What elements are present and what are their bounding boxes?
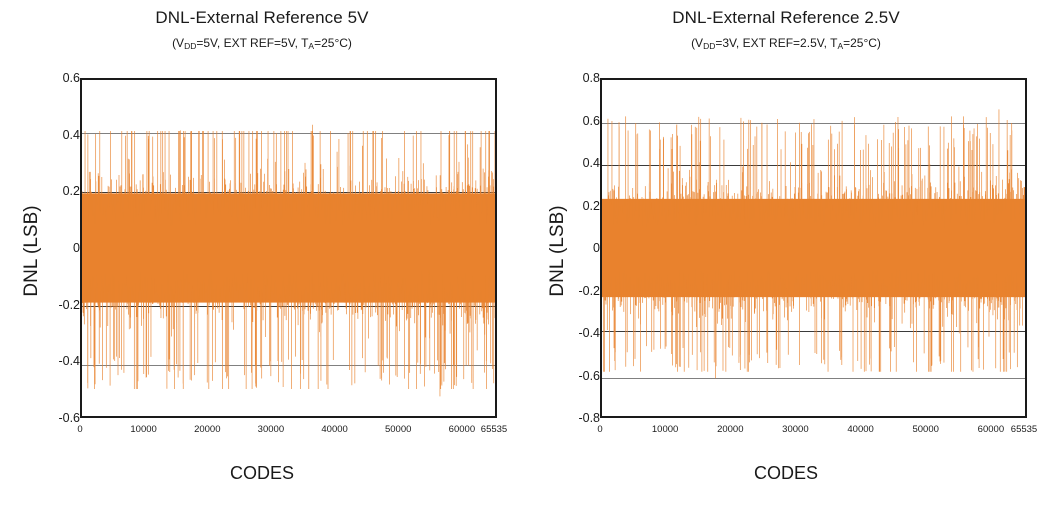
subtitle-sub-dd: DD <box>184 41 197 51</box>
x-tick-label: 0 <box>597 424 603 435</box>
y-tick-label: -0.8 <box>578 411 600 425</box>
subtitle-close: =25°C) <box>314 36 352 50</box>
x-tick-label: 30000 <box>257 424 285 435</box>
x-axis-label: CODES <box>229 463 294 483</box>
x-tick-label: 60000 <box>977 424 1005 435</box>
x-tick-label: 10000 <box>130 424 157 435</box>
y-tick-label: -0.4 <box>58 354 80 369</box>
x-tick-label: 60000 <box>448 424 476 435</box>
subtitle-close: =25°C) <box>843 36 881 50</box>
page-title: DNL-External Reference 2.5V <box>672 8 900 27</box>
y-tick-label: 0.2 <box>582 198 600 213</box>
x-tick-label: 65535 <box>1010 424 1038 435</box>
x-tick-label: 30000 <box>782 424 809 435</box>
dnl-series-plot <box>82 124 495 397</box>
subtitle-open: (V <box>691 36 704 50</box>
y-tick-label: 0.6 <box>62 71 80 85</box>
subtitle-sub-dd: DD <box>703 41 716 51</box>
y-tick-label: -0.6 <box>58 411 80 425</box>
x-tick-label: 50000 <box>912 424 939 435</box>
subtitle-mid: =5V, EXT REF=5V, T <box>196 36 309 50</box>
x-axis-label: CODES <box>753 463 818 483</box>
y-tick-label: 0.8 <box>582 71 600 85</box>
subtitle-open: (V <box>172 36 185 50</box>
y-tick-label: 0.4 <box>62 127 80 142</box>
x-tick-label: 20000 <box>194 424 221 435</box>
y-tick-label: 0.6 <box>582 113 600 128</box>
chart-panel-dnl-2p5v: DNL-External Reference 2.5V (VDD=3V, EXT… <box>524 0 1048 524</box>
y-tick-label: -0.2 <box>58 297 80 312</box>
y-tick-label: -0.6 <box>578 368 600 383</box>
dnl-figure: DNL-External Reference 5V (VDD=5V, EXT R… <box>0 0 1048 524</box>
subtitle-sub-a: A <box>308 41 315 51</box>
x-tick-label: 50000 <box>384 424 412 435</box>
chart-subtitle: (VDD=3V, EXT REF=2.5V, TA=25°C) <box>524 36 1048 51</box>
x-tick-label: 40000 <box>847 424 874 435</box>
x-tick-label: 20000 <box>717 424 744 435</box>
y-tick-label: 0.4 <box>582 156 600 170</box>
chart-subtitle: (VDD=5V, EXT REF=5V, TA=25°C) <box>0 36 524 51</box>
y-tick-label: 0.2 <box>62 184 80 199</box>
subtitle-mid: =3V, EXT REF=2.5V, T <box>715 36 838 50</box>
x-tick-label: 10000 <box>651 424 679 435</box>
dnl-series-plot <box>602 109 1025 379</box>
x-tick-label: 0 <box>77 424 83 435</box>
page-title: DNL-External Reference 5V <box>155 8 369 27</box>
subtitle-sub-a: A <box>837 41 844 51</box>
y-axis-label: DNL (LSB) <box>547 205 568 297</box>
y-tick-label: 0 <box>593 241 600 255</box>
x-tick-label: 40000 <box>321 424 348 435</box>
x-tick-label: 65535 <box>480 424 508 435</box>
y-axis-label: DNL (LSB) <box>21 205 42 297</box>
y-tick-label: -0.2 <box>578 283 600 298</box>
y-tick-label: -0.4 <box>578 326 600 340</box>
chart-panel-dnl-5v: DNL-External Reference 5V (VDD=5V, EXT R… <box>0 0 524 524</box>
plot-area <box>600 78 1027 418</box>
y-tick-label: 0 <box>73 241 80 255</box>
plot-area <box>80 78 497 418</box>
